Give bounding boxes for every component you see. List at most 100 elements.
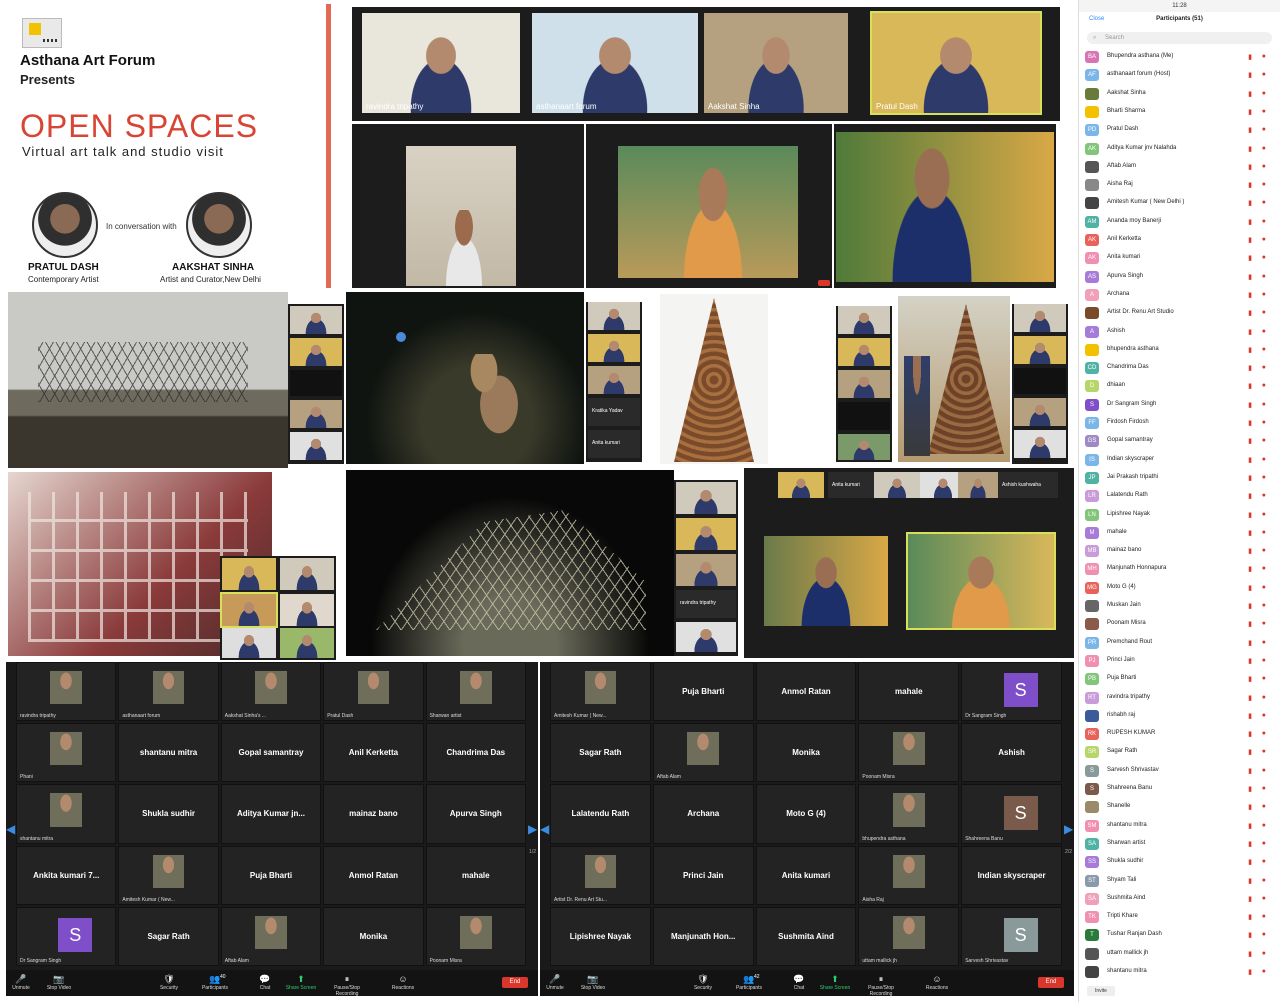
participant-tile[interactable]: bhupendra asthana	[858, 784, 960, 844]
participant-row[interactable]: Bharti Sharma ▮ ●	[1079, 103, 1280, 121]
participant-tile[interactable]: S Dr Sangram Singh	[961, 662, 1062, 722]
participant-tile[interactable]: uttam mallick jh	[858, 906, 960, 966]
participant-tile[interactable]: Anmol Ratan	[323, 845, 424, 905]
participants-search-input[interactable]: ⌕ Search	[1087, 32, 1272, 44]
participant-tile[interactable]: Shukla sudhir	[118, 784, 219, 844]
participant-tile[interactable]: Moto G (4)	[755, 784, 857, 844]
participant-row[interactable]: TK Tripti Khare ▮ ●	[1079, 908, 1280, 926]
end-meeting-button[interactable]: End	[502, 977, 528, 988]
thumb[interactable]	[874, 472, 920, 498]
side-thumb[interactable]	[290, 432, 342, 460]
participant-row[interactable]: CD Chandrima Das ▮ ●	[1079, 359, 1280, 377]
participant-row[interactable]: Mmahale ▮ ●	[1079, 524, 1280, 542]
participant-tile[interactable]: Gopal samantray	[220, 723, 322, 783]
side-thumb[interactable]	[588, 334, 640, 362]
participant-row[interactable]: MH Manjunath Honnapura ▮ ●	[1079, 560, 1280, 578]
end-meeting-button[interactable]: End	[1038, 977, 1064, 988]
reactions-button[interactable]: ☺ Reactions	[914, 974, 960, 991]
participant-row[interactable]: SM shantanu mitra ▮ ●	[1079, 817, 1280, 835]
speaker-video-1[interactable]	[406, 146, 516, 286]
recording-button[interactable]: ⏸ Pause/Stop Recording	[324, 974, 370, 997]
participant-tile[interactable]: Apurva Singh	[425, 784, 526, 844]
participant-tile[interactable]: Archana	[652, 784, 754, 844]
participant-row[interactable]: PB Puja Bharti ▮ ●	[1079, 670, 1280, 688]
participant-tile[interactable]: mahale	[858, 662, 960, 722]
participant-row[interactable]: Aisha Raj ▮ ●	[1079, 176, 1280, 194]
participant-tile[interactable]: S Dr Sangram Singh	[16, 906, 117, 966]
side-thumb[interactable]	[1014, 398, 1066, 426]
participant-tile[interactable]: Sushmita Aind	[755, 906, 857, 966]
thumb[interactable]	[280, 628, 334, 658]
participant-row[interactable]: RK RUPESH KUMAR ▮ ●	[1079, 725, 1280, 743]
participant-row[interactable]: AK Aditya Kumar jnv Nalahda ▮ ●	[1079, 140, 1280, 158]
participant-row[interactable]: bhupendra asthana ▮ ●	[1079, 341, 1280, 359]
participant-tile[interactable]: Lipishree Nayak	[550, 906, 651, 966]
participant-tile[interactable]: Sharwan artist	[425, 662, 526, 722]
participant-tile[interactable]: asthanaart forum	[118, 662, 219, 722]
participant-row[interactable]: Aftab Alam ▮ ●	[1079, 158, 1280, 176]
speaker-video-2[interactable]	[618, 146, 798, 278]
security-button[interactable]: 🛡 Security	[680, 974, 726, 991]
participant-tile[interactable]: Pratul Dash	[323, 662, 424, 722]
participant-row[interactable]: S Shahreena Banu ▮ ●	[1079, 780, 1280, 798]
thumb[interactable]	[280, 558, 334, 590]
thumb[interactable]	[220, 592, 278, 628]
next-page-icon[interactable]: ▶	[528, 822, 538, 836]
participant-row[interactable]: BA Bhupendra asthana (Me) ▮ ●	[1079, 48, 1280, 66]
participant-tile[interactable]: Puja Bharti	[652, 662, 754, 722]
participant-row[interactable]: AS Apurva Singh ▮ ●	[1079, 268, 1280, 286]
side-thumb[interactable]	[838, 434, 890, 460]
participant-row[interactable]: rishabh raj ▮ ●	[1079, 707, 1280, 725]
participant-row[interactable]: ST Shyam Tali ▮ ●	[1079, 872, 1280, 890]
participant-tile[interactable]: mahale	[425, 845, 526, 905]
thumb-named[interactable]: Anita kumari	[828, 472, 876, 498]
share-screen-button[interactable]: ⬆ Share Screen	[278, 974, 324, 991]
participant-row[interactable]: S Dr Sangram Singh ▮ ●	[1079, 396, 1280, 414]
participant-row[interactable]: SA Sharwan artist ▮ ●	[1079, 835, 1280, 853]
participant-row[interactable]: Amitesh Kumar ( New Delhi ) ▮ ●	[1079, 194, 1280, 212]
participant-tile[interactable]: Puja Bharti	[220, 845, 322, 905]
thumb-named[interactable]: ravindra tripathy	[676, 590, 736, 618]
side-thumb[interactable]	[1014, 430, 1066, 458]
thumb[interactable]	[676, 482, 736, 514]
end-button-small[interactable]	[818, 280, 830, 286]
side-thumb[interactable]	[290, 400, 342, 428]
side-thumb[interactable]	[1014, 336, 1066, 364]
thumb-named[interactable]: Ashish kushwaha	[998, 472, 1058, 498]
participant-row[interactable]: Poonam Misra ▮ ●	[1079, 615, 1280, 633]
participants-button[interactable]: 👥 Participants 40	[192, 974, 238, 991]
participant-row[interactable]: MG Moto G (4) ▮ ●	[1079, 579, 1280, 597]
participant-tile[interactable]: shantanu mitra	[16, 784, 117, 844]
participant-row[interactable]: A Archana ▮ ●	[1079, 286, 1280, 304]
speaker-video-4a[interactable]	[764, 536, 888, 626]
participant-row[interactable]: SR Sagar Rath ▮ ●	[1079, 743, 1280, 761]
participant-tile[interactable]: Manjunath Hon...	[652, 906, 754, 966]
participant-tile[interactable]: Monika	[755, 723, 857, 783]
side-thumb[interactable]	[290, 370, 342, 396]
participant-row[interactable]: FF Firdosh Firdosh ▮ ●	[1079, 414, 1280, 432]
strip-tile-1[interactable]: ravindra tripathy	[362, 13, 520, 113]
participant-tile[interactable]: Princi Jain	[652, 845, 754, 905]
participant-tile[interactable]: Ankita kumari 7...	[16, 845, 117, 905]
participant-row[interactable]: Artist Dr. Renu Art Studio ▮ ●	[1079, 304, 1280, 322]
participant-tile[interactable]: Lalatendu Rath	[550, 784, 651, 844]
participant-tile[interactable]: Aftab Alam	[220, 906, 322, 966]
participant-tile[interactable]: Anita kumari	[755, 845, 857, 905]
participant-row[interactable]: LN Lipishree Nayak ▮ ●	[1079, 506, 1280, 524]
stop-video-button[interactable]: 📷 Stop Video	[36, 974, 82, 991]
participant-tile[interactable]: Sagar Rath	[118, 906, 219, 966]
participant-tile[interactable]: Anil Kerketta	[323, 723, 424, 783]
participant-tile[interactable]: S Sarvesh Shrivastav	[961, 906, 1062, 966]
participant-tile[interactable]: Ashish	[961, 723, 1062, 783]
thumb[interactable]	[222, 558, 276, 590]
participant-row[interactable]: PR Premchand Rout ▮ ●	[1079, 634, 1280, 652]
participant-row[interactable]: T Tushar Ranjan Dash ▮ ●	[1079, 926, 1280, 944]
participant-row[interactable]: Aakshat Sinha ▮ ●	[1079, 85, 1280, 103]
side-thumb[interactable]	[588, 366, 640, 394]
prev-page-icon[interactable]: ◀	[6, 822, 16, 836]
participant-row[interactable]: IS Indian skyscraper ▮ ●	[1079, 451, 1280, 469]
speaker-video-3[interactable]	[836, 132, 1054, 282]
participant-tile[interactable]: Anmol Ratan	[755, 662, 857, 722]
participant-tile[interactable]: Phani	[16, 723, 117, 783]
stop-video-button[interactable]: 📷 Stop Video	[570, 974, 616, 991]
